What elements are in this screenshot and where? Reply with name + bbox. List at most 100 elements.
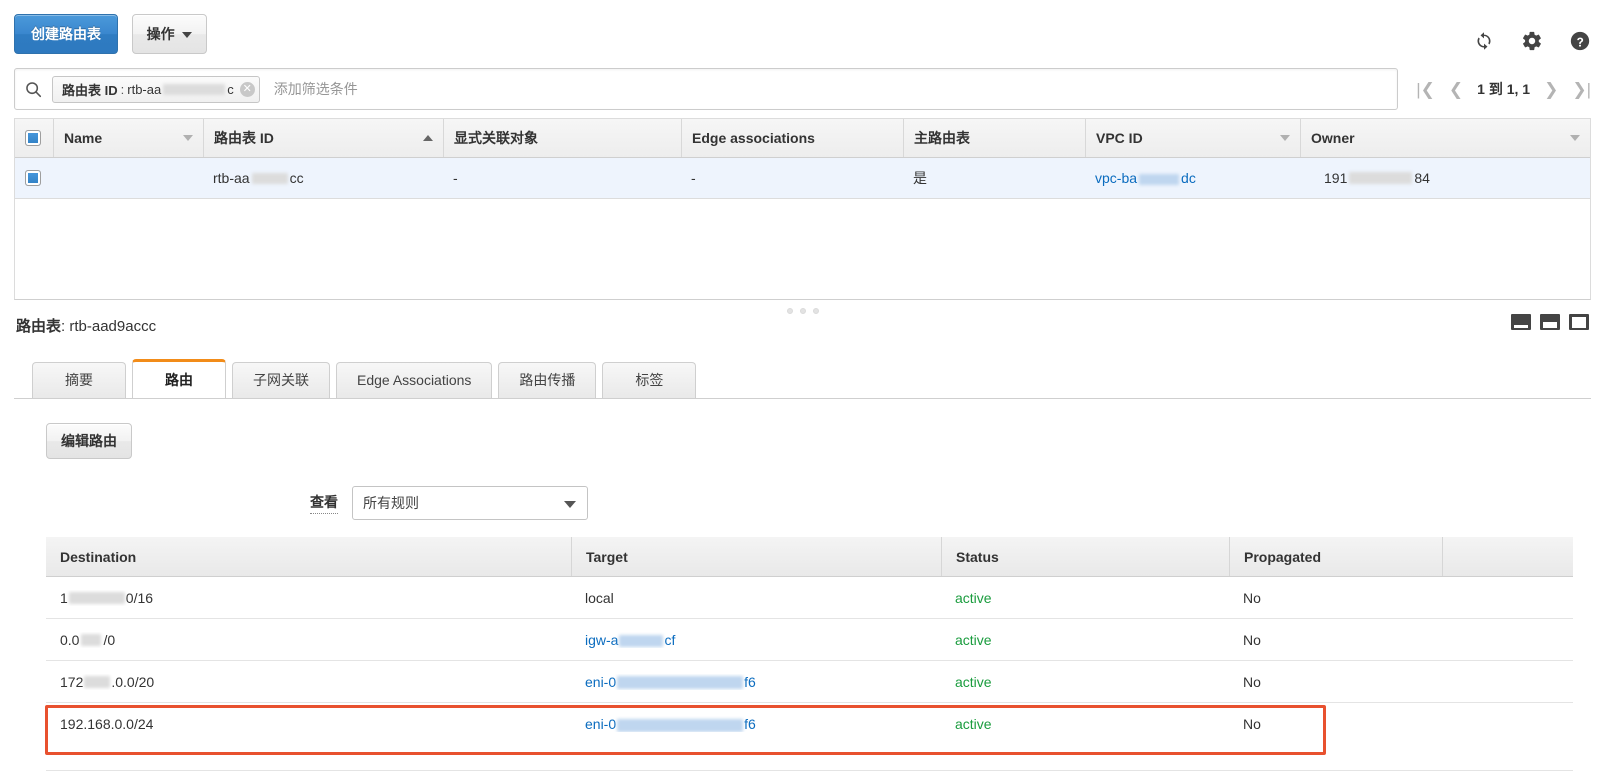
redacted-text <box>1139 173 1180 185</box>
route-target-suffix: f6 <box>744 673 756 690</box>
route-destination: 192.168.0.0/24 <box>60 716 154 732</box>
refresh-icon[interactable] <box>1473 30 1495 52</box>
route-destination-prefix: 0.0 <box>60 631 80 648</box>
table-row[interactable]: rtb-aa cc - - 是 vpc-ba dc 191 84 <box>15 158 1590 199</box>
column-header-name[interactable]: Name <box>53 119 203 157</box>
filter-token-route-table-id[interactable]: 路由表 ID: rtb-aa c ✕ <box>52 75 260 103</box>
vpc-id-suffix: dc <box>1181 170 1196 186</box>
owner-suffix: 84 <box>1414 170 1430 186</box>
first-page-icon[interactable]: |❮ <box>1416 81 1435 98</box>
redacted-text <box>163 83 226 95</box>
actions-menu-button[interactable]: 操作 <box>131 14 207 54</box>
column-header-edge-associations-label: Edge associations <box>692 130 815 146</box>
route-target-link[interactable]: eni-0 f6 <box>585 716 756 732</box>
select-all-checkbox[interactable] <box>25 130 41 146</box>
actions-menu-label: 操作 <box>146 26 175 42</box>
view-filter-select[interactable]: 所有规则 <box>352 486 588 520</box>
redacted-text <box>617 676 744 690</box>
search-icon <box>26 81 42 97</box>
gear-icon[interactable] <box>1521 30 1543 52</box>
routes-column-header-destination[interactable]: Destination <box>46 537 571 576</box>
route-target-link[interactable]: eni-0 f6 <box>585 674 756 690</box>
chevron-down-icon[interactable] <box>183 135 193 141</box>
filter-token-key: 路由表 ID <box>62 82 118 98</box>
redacted-text <box>251 172 288 184</box>
route-row[interactable]: 0.0/0 igw-a cf active No <box>46 619 1573 661</box>
routes-column-header-target[interactable]: Target <box>571 537 941 576</box>
last-page-icon[interactable]: ❯| <box>1572 81 1591 98</box>
redacted-text <box>617 718 744 732</box>
routes-column-header-status[interactable]: Status <box>941 537 1229 576</box>
route-tables-grid: Name 路由表 ID 显式关联对象 Edge associations 主路由… <box>14 118 1591 199</box>
column-header-owner[interactable]: Owner <box>1300 119 1590 157</box>
chevron-down-icon[interactable] <box>1280 135 1290 141</box>
tab-routes[interactable]: 路由 <box>132 359 226 398</box>
column-header-edge-associations[interactable]: Edge associations <box>681 119 903 157</box>
panel-size-medium-icon[interactable] <box>1540 314 1560 330</box>
cell-vpc-id[interactable]: vpc-ba dc <box>1085 158 1300 198</box>
route-destination: 0.0/0 <box>46 632 571 648</box>
route-target-suffix: f6 <box>744 716 756 732</box>
create-route-table-button[interactable]: 创建路由表 <box>14 14 118 54</box>
help-icon[interactable] <box>1569 30 1591 52</box>
detail-panel-title-label: 路由表 <box>16 318 62 335</box>
redacted-text <box>1349 172 1413 184</box>
route-target[interactable]: igw-a cf <box>571 632 941 648</box>
splitter-grip-icon <box>786 308 819 314</box>
cell-name <box>53 158 203 198</box>
redacted-text <box>619 634 664 647</box>
filter-token-value-suffix: c <box>227 81 234 97</box>
panel-size-small-icon[interactable] <box>1511 314 1531 330</box>
cell-owner: 191 84 <box>1300 158 1590 198</box>
row-checkbox[interactable] <box>25 170 41 186</box>
route-row-highlighted[interactable]: 192.168.0.0/24 eni-0 f6 active No <box>46 703 1573 745</box>
column-header-owner-label: Owner <box>1311 130 1355 146</box>
route-target[interactable]: eni-0 f6 <box>571 716 941 732</box>
select-all-header[interactable] <box>15 119 53 157</box>
edit-routes-button[interactable]: 编辑路由 <box>46 423 132 459</box>
column-header-main[interactable]: 主路由表 <box>903 119 1085 157</box>
vpc-id-link[interactable]: vpc-ba dc <box>1095 170 1196 186</box>
sort-ascending-icon[interactable] <box>423 135 433 141</box>
route-row[interactable]: 1 0/16 local active No <box>46 577 1573 619</box>
route-row[interactable]: 172 .0.0/20 eni-0 f6 active No <box>46 661 1573 703</box>
panel-size-controls <box>1511 314 1589 330</box>
route-destination-suffix: .0.0/20 <box>111 673 155 690</box>
routes-column-header-propagated[interactable]: Propagated <box>1229 537 1442 576</box>
next-page-icon[interactable]: ❯ <box>1544 81 1558 98</box>
tab-edge-associations[interactable]: Edge Associations <box>336 362 493 398</box>
column-header-name-label: Name <box>64 130 103 146</box>
chevron-down-icon[interactable] <box>1570 135 1580 141</box>
redacted-text <box>68 591 125 604</box>
route-target-link[interactable]: igw-a cf <box>585 632 675 648</box>
detail-tabs: 摘要 路由 子网关联 Edge Associations 路由传播 标签 <box>32 359 702 398</box>
panel-size-large-icon[interactable] <box>1569 314 1589 330</box>
panel-splitter[interactable] <box>14 304 1591 318</box>
route-propagated: No <box>1243 589 1261 606</box>
route-table-id-suffix: cc <box>289 170 304 186</box>
prev-page-icon[interactable]: ❮ <box>1449 81 1463 98</box>
route-target: local <box>585 589 614 606</box>
route-target-prefix: eni-0 <box>585 673 617 690</box>
tabs-divider <box>14 398 1591 399</box>
view-filter-row: 查看 所有规则 <box>310 486 588 520</box>
filter-token-separator: : <box>120 81 125 97</box>
tab-tags[interactable]: 标签 <box>602 362 697 398</box>
tab-route-propagation[interactable]: 路由传播 <box>498 362 597 398</box>
column-header-vpc-id-label: VPC ID <box>1096 130 1143 146</box>
route-status: active <box>955 631 992 648</box>
search-placeholder[interactable]: 添加筛选条件 <box>274 79 1390 99</box>
tab-subnet-associations[interactable]: 子网关联 <box>232 362 330 398</box>
column-header-explicit-association[interactable]: 显式关联对象 <box>443 119 681 157</box>
column-header-vpc-id[interactable]: VPC ID <box>1085 119 1300 157</box>
view-filter-selected-value: 所有规则 <box>363 495 419 511</box>
route-status: active <box>955 716 992 732</box>
column-header-route-table-id[interactable]: 路由表 ID <box>203 119 443 157</box>
route-destination-prefix: 1 <box>60 589 68 606</box>
search-input[interactable]: 路由表 ID: rtb-aa c ✕ 添加筛选条件 <box>14 68 1399 110</box>
close-icon[interactable]: ✕ <box>239 81 255 97</box>
row-select-cell[interactable] <box>15 158 53 198</box>
route-target[interactable]: eni-0 f6 <box>571 674 941 690</box>
tab-summary[interactable]: 摘要 <box>32 362 126 398</box>
route-propagated: No <box>1243 673 1261 690</box>
